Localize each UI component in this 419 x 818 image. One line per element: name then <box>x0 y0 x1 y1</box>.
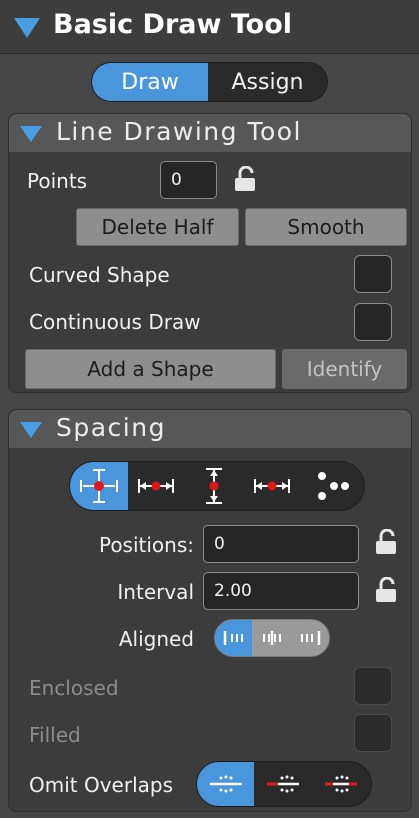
vertical-spacing-icon[interactable] <box>185 462 243 510</box>
interval-input[interactable]: 2.00 <box>203 572 359 610</box>
aligned-label: Aligned <box>118 627 194 651</box>
continuous-draw-checkbox[interactable] <box>354 303 392 341</box>
section-title: Spacing <box>56 413 166 442</box>
scatter-icon[interactable] <box>300 462 364 510</box>
points-label: Points <box>27 169 88 193</box>
identify-button[interactable]: Identify <box>282 349 407 389</box>
delete-half-button[interactable]: Delete Half <box>76 208 239 246</box>
unlock-icon[interactable] <box>375 529 397 555</box>
smooth-button[interactable]: Smooth <box>245 208 407 246</box>
line-drawing-section: Line Drawing Tool Points 0 Delete Half S… <box>8 113 412 393</box>
enclosed-checkbox[interactable] <box>354 667 392 705</box>
points-input[interactable]: 0 <box>160 161 217 199</box>
aligned-toggle[interactable] <box>214 619 330 657</box>
spacing-section: Spacing Positions: 0 Interval 2.00 Align… <box>8 409 412 812</box>
draw-mode-option[interactable]: Draw <box>92 63 209 101</box>
align-right-icon[interactable] <box>291 620 329 656</box>
continuous-draw-label: Continuous Draw <box>29 310 201 334</box>
assign-mode-option[interactable]: Assign <box>208 63 327 101</box>
spacing-mode-toggle[interactable] <box>69 461 365 511</box>
expand-icon[interactable] <box>70 462 128 510</box>
curved-shape-label: Curved Shape <box>29 263 170 287</box>
mode-toggle[interactable]: Draw Assign <box>91 62 328 102</box>
unlock-icon[interactable] <box>375 577 397 603</box>
add-shape-button[interactable]: Add a Shape <box>25 349 276 389</box>
unlock-icon[interactable] <box>234 166 256 192</box>
panel-title: Basic Draw Tool <box>53 9 293 40</box>
positions-label: Positions: <box>98 533 194 557</box>
curved-shape-checkbox[interactable] <box>354 255 392 293</box>
collapse-triangle-icon[interactable] <box>20 422 42 438</box>
horizontal-spacing-alt-icon[interactable] <box>243 462 301 510</box>
enclosed-label: Enclosed <box>29 676 119 700</box>
horizontal-spacing-icon[interactable] <box>128 462 186 510</box>
collapse-triangle-icon[interactable] <box>14 18 40 38</box>
omit-none-icon[interactable] <box>197 762 255 806</box>
align-left-icon[interactable] <box>215 620 253 656</box>
section-header[interactable]: Spacing <box>9 410 411 448</box>
basic-draw-tool-panel: Basic Draw Tool Draw Assign Line Drawing… <box>0 0 419 818</box>
interval-label: Interval <box>117 580 194 604</box>
collapse-triangle-icon[interactable] <box>20 126 42 142</box>
filled-checkbox[interactable] <box>354 714 392 752</box>
filled-label: Filled <box>29 723 81 747</box>
section-title: Line Drawing Tool <box>56 117 303 146</box>
positions-input[interactable]: 0 <box>203 525 359 563</box>
omit-overlaps-label: Omit Overlaps <box>29 773 174 797</box>
align-center-icon[interactable] <box>252 620 290 656</box>
omit-cross-icon[interactable] <box>312 762 371 806</box>
omit-cut-icon[interactable] <box>254 762 311 806</box>
section-header[interactable]: Line Drawing Tool <box>9 114 411 152</box>
panel-header[interactable]: Basic Draw Tool <box>0 0 419 54</box>
omit-overlaps-toggle[interactable] <box>196 761 372 807</box>
